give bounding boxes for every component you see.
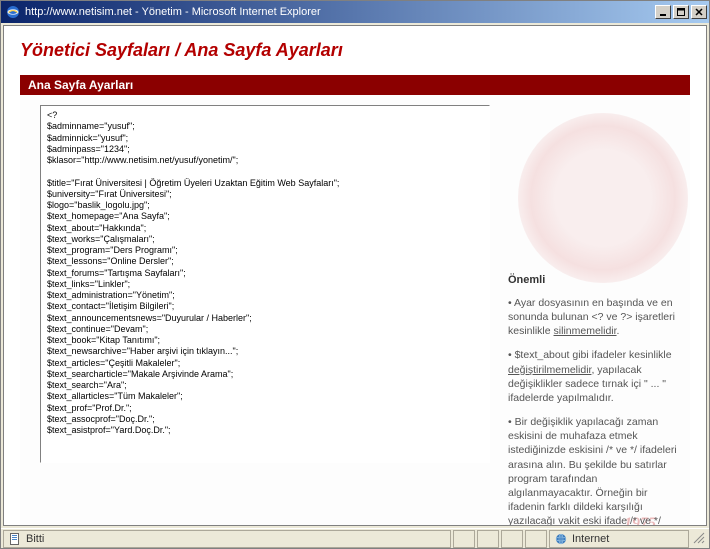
status-slot-2 xyxy=(477,530,499,548)
watermark-seal xyxy=(518,113,688,283)
page-heading: Yönetici Sayfaları / Ana Sayfa Ayarları xyxy=(20,40,690,61)
ie-icon xyxy=(5,4,21,20)
close-button[interactable] xyxy=(691,5,707,19)
window-title: http://www.netisim.net - Yönetim - Micro… xyxy=(25,6,655,18)
window-buttons xyxy=(655,5,707,19)
status-left: Bitti xyxy=(3,530,451,548)
globe-icon xyxy=(554,532,568,546)
status-slot-4 xyxy=(525,530,547,548)
maximize-button[interactable] xyxy=(673,5,689,19)
settings-panel: Ana Sayfa Ayarları Önemli • Ayar dosyası… xyxy=(20,75,690,526)
titlebar[interactable]: http://www.netisim.net - Yönetim - Micro… xyxy=(1,1,709,23)
content-area: Yönetici Sayfaları / Ana Sayfa Ayarları … xyxy=(3,25,707,526)
panel-title: Ana Sayfa Ayarları xyxy=(20,75,690,95)
page-icon xyxy=(8,532,22,546)
browser-window: http://www.netisim.net - Yönetim - Micro… xyxy=(0,0,710,549)
config-textarea[interactable] xyxy=(40,105,490,463)
status-slot-1 xyxy=(453,530,475,548)
resize-grip[interactable] xyxy=(691,530,707,547)
info-para-1: • Ayar dosyasının en başında ve en sonun… xyxy=(508,296,678,339)
info-para-2: • $text_about gibi ifadeler kesinlikle d… xyxy=(508,348,678,405)
info-para-3: • Bir değişiklik yapılacağı zaman eskisi… xyxy=(508,415,678,526)
info-sidebar: Önemli • Ayar dosyasının en başında ve e… xyxy=(498,95,692,526)
status-slot-3 xyxy=(501,530,523,548)
status-zone: Internet xyxy=(549,530,689,548)
minimize-button[interactable] xyxy=(655,5,671,19)
status-text: Bitti xyxy=(26,533,44,545)
zone-label: Internet xyxy=(572,533,609,545)
info-heading: Önemli xyxy=(508,273,678,288)
statusbar: Bitti Internet xyxy=(1,528,709,548)
